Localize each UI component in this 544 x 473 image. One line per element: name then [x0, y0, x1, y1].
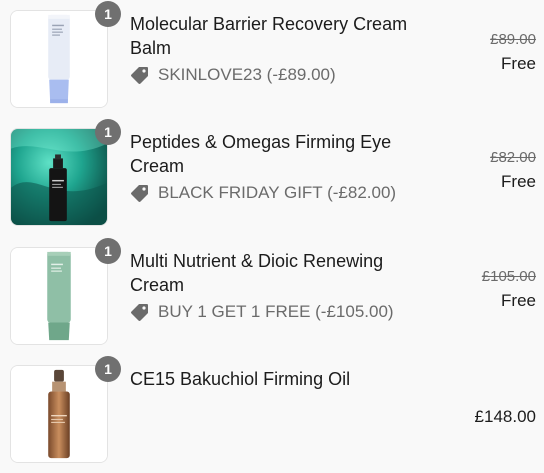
line-price: Free [501, 172, 536, 191]
original-price: £82.00 [490, 149, 536, 166]
price-tag-icon [130, 302, 150, 322]
quantity-badge: 1 [95, 238, 121, 264]
cart-line-item: 1 Molecular Barrier Recovery Cream Balm … [0, 0, 544, 118]
original-price: £89.00 [490, 31, 536, 48]
original-price: £105.00 [481, 268, 536, 285]
line-price: £148.00 [474, 407, 536, 426]
product-thumbnail [10, 128, 108, 226]
discount-code: BLACK FRIDAY GIFT (-£82.00) [158, 183, 397, 202]
line-price: Free [501, 291, 536, 310]
cart-line-item: 1 Multi Nutrient & Dioic Renewing Cream … [0, 237, 544, 355]
product-title[interactable]: Multi Nutrient & Dioic Renewing Cream [130, 249, 440, 297]
cart-line-item: 1 CE15 Bakuchiol Firming Oil £148.00 [0, 355, 544, 473]
line-price: Free [501, 54, 536, 73]
quantity-badge: 1 [95, 1, 121, 27]
product-title[interactable]: CE15 Bakuchiol Firming Oil [130, 367, 440, 391]
discount-line: BLACK FRIDAY GIFT (-£82.00) [130, 183, 396, 203]
discount-line: SKINLOVE23 (-£89.00) [130, 65, 336, 85]
discount-code: SKINLOVE23 (-£89.00) [158, 65, 336, 84]
product-thumbnail [10, 247, 108, 345]
cart-line-item: 1 Peptides & Omegas Firming Eye Cream BL… [0, 118, 544, 236]
discount-code: BUY 1 GET 1 FREE (-£105.00) [158, 302, 394, 321]
price-tag-icon [130, 183, 150, 203]
quantity-badge: 1 [95, 356, 121, 382]
discount-line: BUY 1 GET 1 FREE (-£105.00) [130, 302, 394, 322]
price-tag-icon [130, 65, 150, 85]
product-title[interactable]: Molecular Barrier Recovery Cream Balm [130, 12, 440, 60]
oil-dropper-bottle-image [11, 366, 107, 462]
quantity-badge: 1 [95, 119, 121, 145]
product-title[interactable]: Peptides & Omegas Firming Eye Cream [130, 130, 440, 178]
cream-tube-image [11, 11, 107, 107]
product-thumbnail [10, 365, 108, 463]
product-thumbnail [10, 10, 108, 108]
eye-cream-bottle-image [11, 129, 107, 225]
renewing-cream-tube-image [11, 248, 107, 344]
